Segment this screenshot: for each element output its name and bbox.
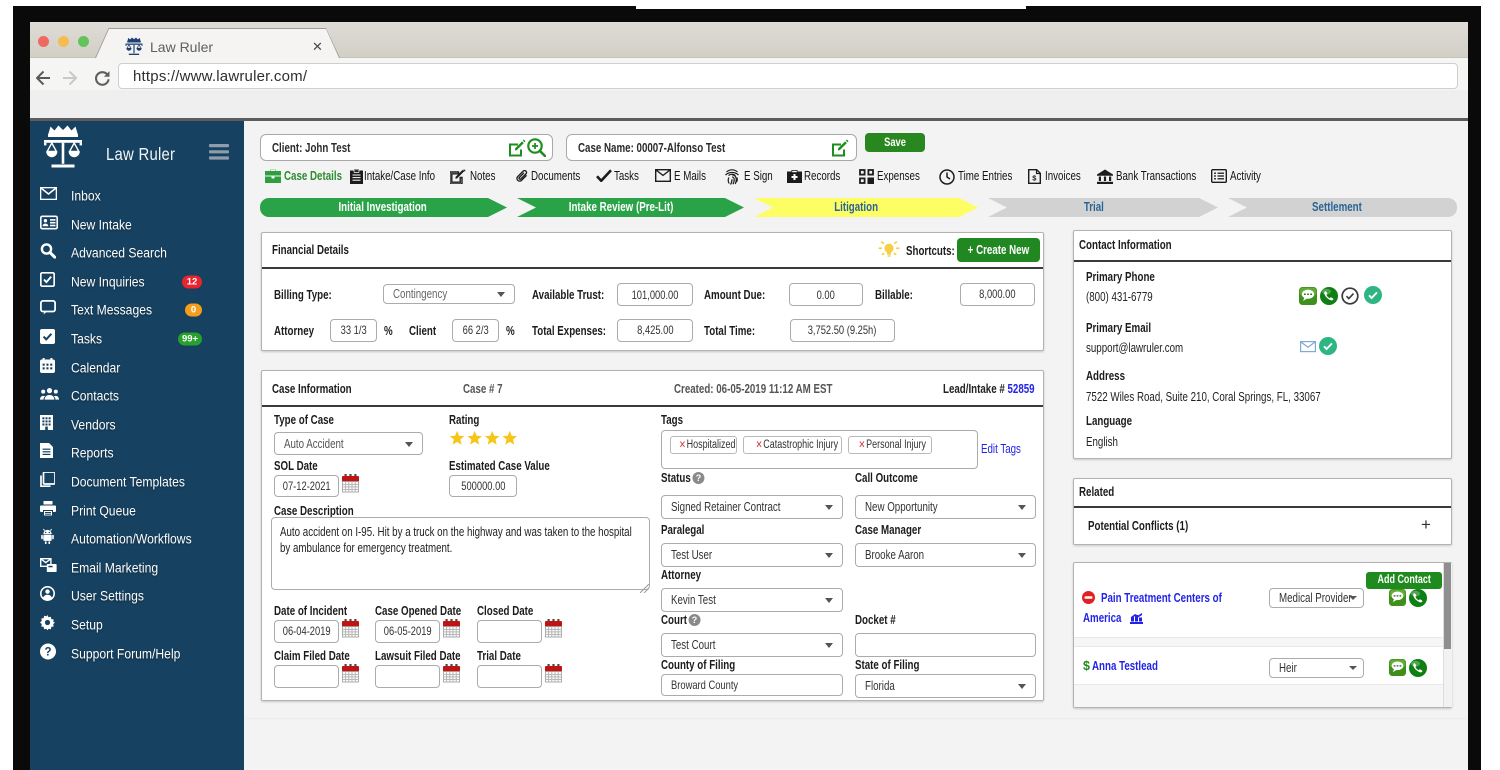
- svg-text:$: $: [1032, 174, 1037, 183]
- svg-text:?: ?: [44, 646, 51, 658]
